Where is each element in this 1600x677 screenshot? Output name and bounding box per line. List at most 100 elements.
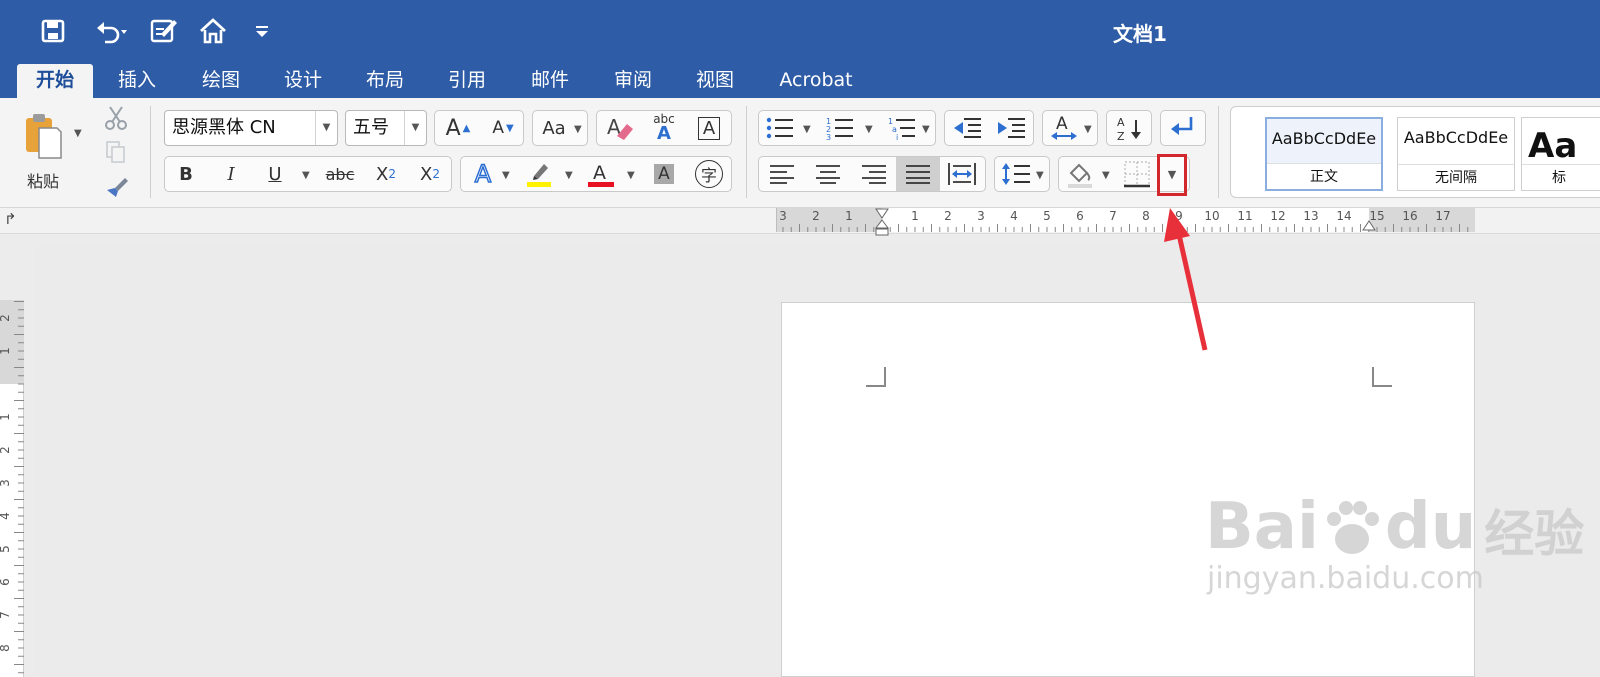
style-heading[interactable]: Aa 标: [1521, 117, 1600, 191]
ruler-label: 2: [812, 209, 820, 223]
shading-caret[interactable]: ▼: [1102, 170, 1110, 181]
show-paragraph-marks-button[interactable]: [1162, 111, 1204, 145]
multilevel-list-button[interactable]: 1ai: [882, 111, 922, 145]
change-case-button[interactable]: Aa: [534, 111, 574, 145]
right-indent-marker[interactable]: [1362, 218, 1376, 237]
undo-button[interactable]: [86, 14, 136, 48]
numbering-button[interactable]: 123: [820, 111, 860, 145]
home-icon: [200, 18, 226, 44]
superscript-button[interactable]: X2: [408, 157, 452, 191]
align-right-button[interactable]: [852, 157, 896, 191]
tab-design[interactable]: 设计: [266, 64, 340, 98]
align-left-button[interactable]: [760, 157, 804, 191]
font-family-combo[interactable]: 思源黑体 CN ▼: [164, 110, 338, 146]
tab-stop-icon[interactable]: ↱: [4, 210, 17, 228]
tab-home[interactable]: 开始: [17, 64, 93, 98]
paint-bucket-icon: [1068, 163, 1092, 188]
numbering-caret[interactable]: ▼: [865, 124, 873, 135]
tab-view[interactable]: 视图: [678, 64, 752, 98]
subscript-button[interactable]: X2: [364, 157, 408, 191]
tab-acrobat[interactable]: Acrobat: [764, 64, 868, 98]
home-button[interactable]: [196, 14, 230, 48]
asian-layout-caret[interactable]: ▼: [1084, 124, 1092, 135]
tab-review[interactable]: 审阅: [596, 64, 670, 98]
ruler-label: 5: [1043, 209, 1051, 223]
svg-text:3: 3: [826, 133, 831, 140]
highlight-button[interactable]: [518, 157, 560, 191]
bullets-button[interactable]: [760, 111, 800, 145]
enclose-characters-button[interactable]: 字: [688, 157, 730, 191]
italic-button[interactable]: I: [210, 157, 252, 191]
strikethrough-button[interactable]: abc: [318, 157, 362, 191]
underline-button[interactable]: U: [254, 157, 296, 191]
down-triangle-icon: ▼: [505, 122, 514, 134]
tab-insert[interactable]: 插入: [100, 64, 174, 98]
horizontal-ruler[interactable]: 3 2 1 1 2 3 4 5 6 7 8 9 10 11 12 13 14 15 16 17: [776, 208, 1475, 236]
bold-button[interactable]: B: [166, 157, 206, 191]
character-shading-button[interactable]: A: [642, 157, 686, 191]
highlight-caret[interactable]: ▼: [565, 170, 573, 181]
paste-button[interactable]: 粘贴: [18, 106, 68, 198]
edit-document-button[interactable]: [148, 14, 182, 48]
font-size-dropdown[interactable]: ▼: [404, 111, 426, 145]
line-spacing-button[interactable]: [996, 157, 1036, 191]
paste-options-caret[interactable]: ▼: [74, 128, 82, 139]
cut-button[interactable]: [100, 104, 132, 132]
increase-indent-button[interactable]: [990, 111, 1032, 145]
format-painter-button[interactable]: [100, 172, 132, 200]
clear-formatting-button[interactable]: A: [598, 111, 642, 145]
customize-toolbar-icon: [256, 26, 268, 37]
justify-button[interactable]: [896, 157, 940, 191]
tab-layout[interactable]: 布局: [348, 64, 422, 98]
shading-button[interactable]: [1060, 157, 1100, 191]
first-line-indent-marker[interactable]: [875, 208, 889, 236]
highlighter-icon: [527, 164, 551, 187]
text-effects-caret[interactable]: ▼: [502, 170, 510, 181]
character-border-button[interactable]: A: [688, 111, 730, 145]
change-case-caret[interactable]: ▼: [574, 124, 582, 135]
multilevel-caret[interactable]: ▼: [922, 124, 930, 135]
distributed-icon: [948, 163, 976, 185]
font-size-combo[interactable]: 五号 ▼: [345, 110, 427, 146]
up-triangle-icon: ▲: [462, 122, 471, 134]
font-color-icon: A: [588, 162, 614, 187]
style-no-spacing[interactable]: AaBbCcDdEe 无间隔: [1397, 117, 1515, 191]
borders-button[interactable]: [1118, 157, 1156, 191]
font-color-caret[interactable]: ▼: [627, 170, 635, 181]
align-right-icon: [862, 165, 886, 184]
style-normal[interactable]: AaBbCcDdEe 正文: [1265, 117, 1383, 191]
document-page[interactable]: [781, 302, 1475, 677]
tab-references[interactable]: 引用: [430, 64, 504, 98]
customize-toolbar-button[interactable]: [250, 14, 274, 48]
decrease-indent-button[interactable]: [946, 111, 988, 145]
save-button[interactable]: [36, 14, 70, 48]
bullets-caret[interactable]: ▼: [803, 124, 811, 135]
sort-button[interactable]: AZ: [1108, 111, 1150, 145]
decrease-indent-icon: [954, 118, 981, 138]
ruler-bar: ↱ 3 2 1 1 2 3 4 5 6 7 8 9 10 11 12 13 14 15 16 17: [0, 208, 1600, 236]
underline-caret[interactable]: ▼: [302, 170, 310, 181]
line-spacing-caret[interactable]: ▼: [1036, 170, 1044, 181]
font-color-button[interactable]: A: [580, 157, 622, 191]
tab-mailings[interactable]: 邮件: [513, 64, 587, 98]
shrink-font-button[interactable]: A ▼: [482, 111, 524, 145]
tab-draw[interactable]: 绘图: [184, 64, 258, 98]
ruler-label: 6: [0, 578, 12, 586]
ruler-label: 2: [944, 209, 952, 223]
increase-indent-icon: [998, 118, 1025, 138]
vertical-ruler[interactable]: 2 1 1 2 3 4 5 6 7 8: [0, 300, 24, 677]
phonetic-guide-button[interactable]: abc A: [642, 111, 686, 145]
font-family-dropdown[interactable]: ▼: [315, 111, 337, 145]
distributed-button[interactable]: [940, 157, 984, 191]
font-family-value: 思源黑体 CN: [172, 117, 276, 138]
asian-layout-icon: A: [1051, 114, 1077, 140]
asian-layout-button[interactable]: A: [1044, 111, 1084, 145]
ruler-label: 1: [0, 413, 12, 421]
margin-corner-top-left: [866, 367, 886, 387]
copy-button[interactable]: [100, 138, 132, 166]
ruler-label: 12: [1270, 209, 1285, 223]
text-effects-button[interactable]: A: [462, 157, 504, 191]
justify-icon: [906, 165, 930, 184]
align-center-button[interactable]: [806, 157, 850, 191]
grow-font-button[interactable]: A ▲: [436, 111, 480, 145]
